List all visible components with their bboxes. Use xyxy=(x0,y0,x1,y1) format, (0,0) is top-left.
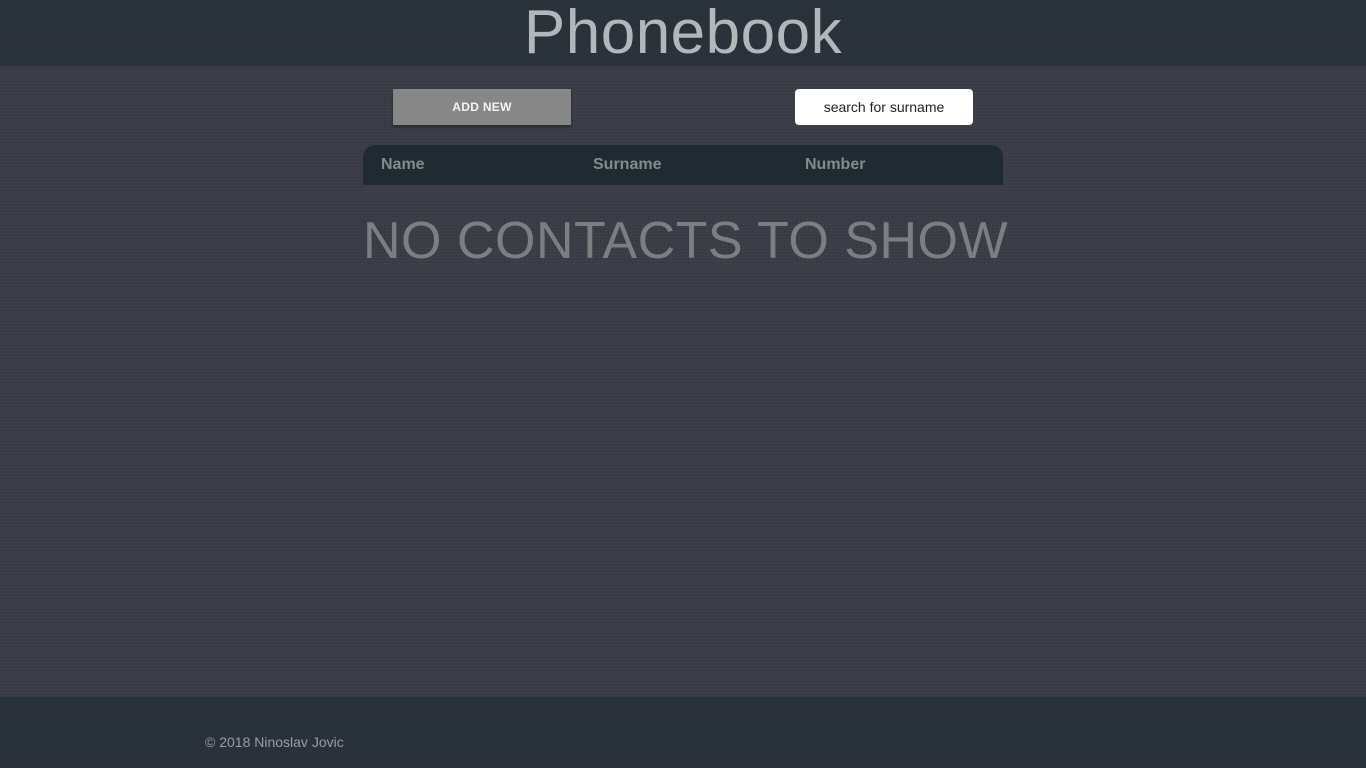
app-header: Phonebook xyxy=(0,0,1366,66)
contacts-table-header: Name Surname Number xyxy=(363,145,1003,185)
copyright-text: © 2018 Ninoslav Jovic xyxy=(205,734,344,750)
add-new-button[interactable]: ADD NEW xyxy=(393,89,571,125)
column-header-name: Name xyxy=(381,156,425,173)
page-footer: © 2018 Ninoslav Jovic xyxy=(0,697,1366,768)
search-surname-input[interactable] xyxy=(795,89,973,125)
empty-contacts-message: NO CONTACTS TO SHOW xyxy=(363,212,1009,270)
column-header-number: Number xyxy=(805,156,866,173)
column-header-surname: Surname xyxy=(593,156,662,173)
app-title: Phonebook xyxy=(523,0,843,67)
